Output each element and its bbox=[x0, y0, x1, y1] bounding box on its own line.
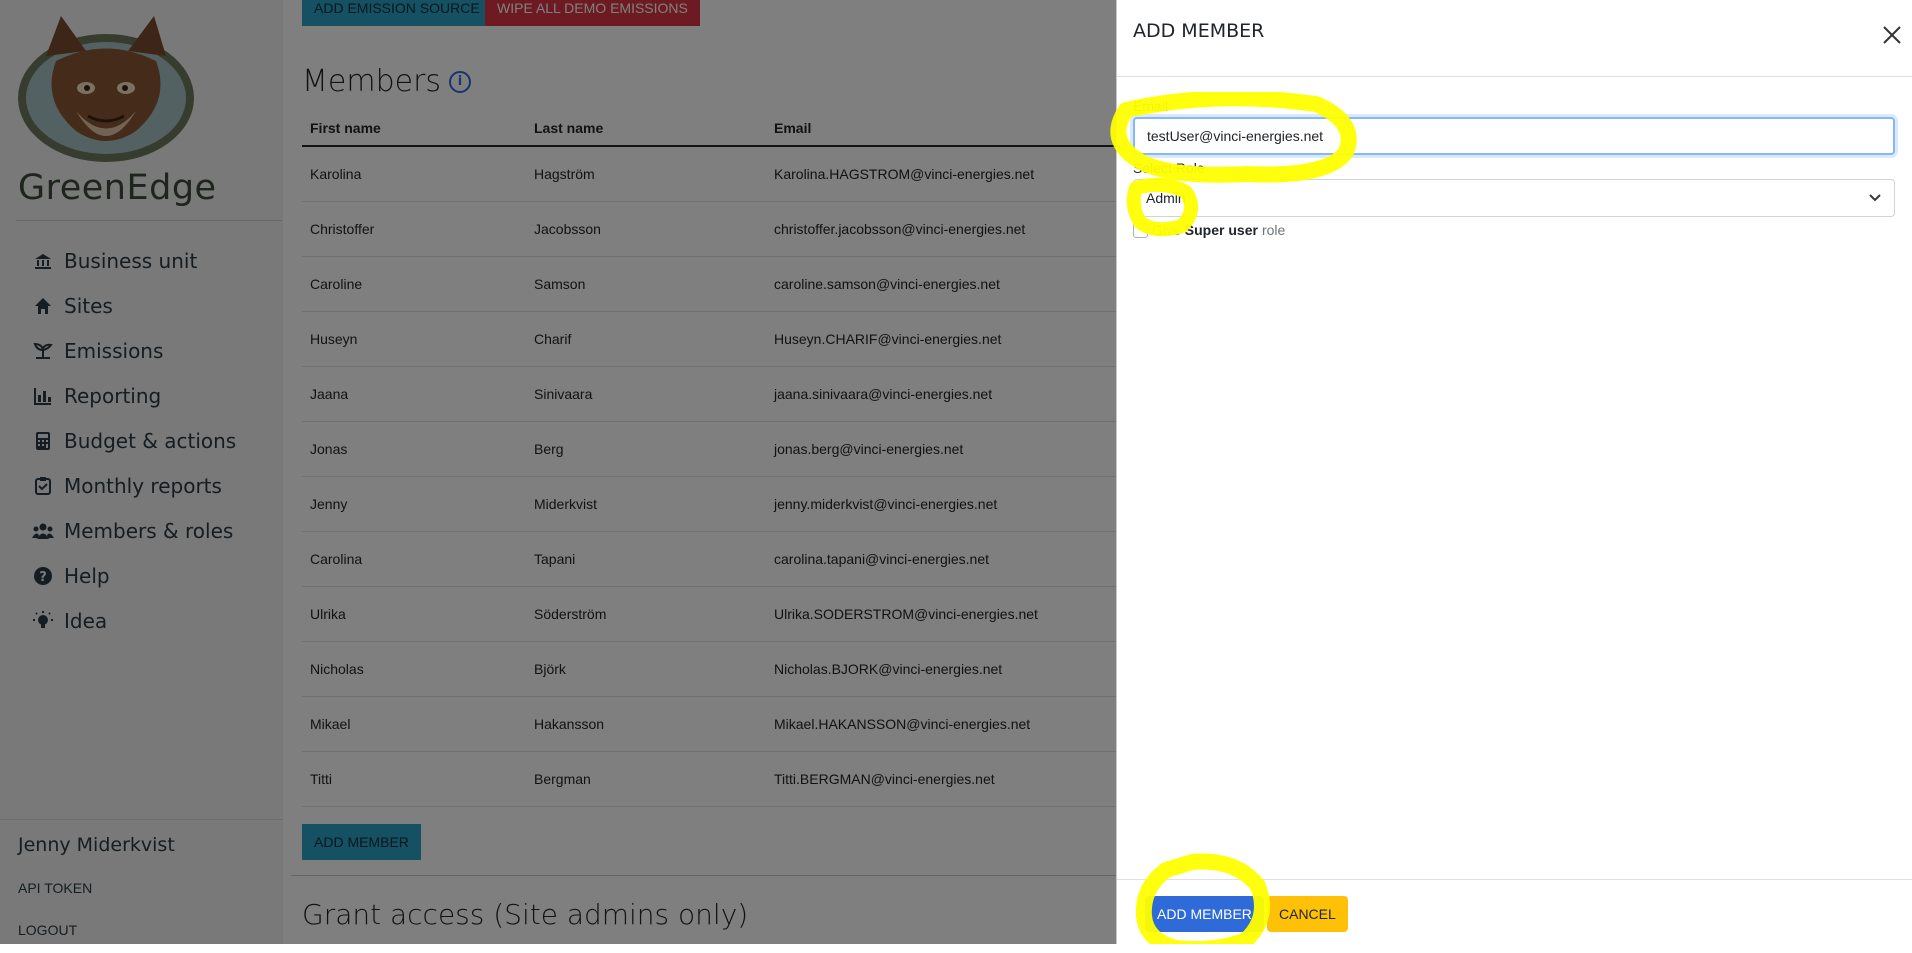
bottom-strip bbox=[0, 944, 1912, 953]
modal-backdrop[interactable] bbox=[0, 0, 1116, 944]
email-field[interactable] bbox=[1133, 117, 1895, 155]
panel-footer-divider bbox=[1117, 879, 1912, 880]
cancel-button[interactable]: CANCEL bbox=[1267, 896, 1348, 932]
super-user-row: Give Super user role bbox=[1133, 222, 1285, 238]
role-label: Select Role bbox=[1133, 160, 1205, 176]
role-select[interactable]: Admin bbox=[1133, 179, 1895, 217]
super-user-checkbox[interactable] bbox=[1133, 222, 1148, 238]
super-user-text-role: role bbox=[1261, 222, 1286, 238]
super-user-text-give: Give bbox=[1152, 222, 1181, 238]
role-selected-value: Admin bbox=[1146, 190, 1186, 206]
panel-header-divider bbox=[1117, 76, 1912, 77]
panel-title: ADD MEMBER bbox=[1133, 20, 1265, 42]
email-label: Email bbox=[1133, 98, 1169, 114]
confirm-add-member-button[interactable]: ADD MEMBER bbox=[1145, 896, 1264, 932]
close-icon[interactable] bbox=[1881, 24, 1903, 46]
chevron-down-icon bbox=[1869, 194, 1881, 202]
super-user-text-bold: Super user bbox=[1184, 222, 1258, 238]
app-page: GreenEdge Business unit Sites Emissions … bbox=[0, 0, 1912, 953]
add-member-panel: ADD MEMBER Email Select Role Admin Give … bbox=[1116, 0, 1912, 944]
